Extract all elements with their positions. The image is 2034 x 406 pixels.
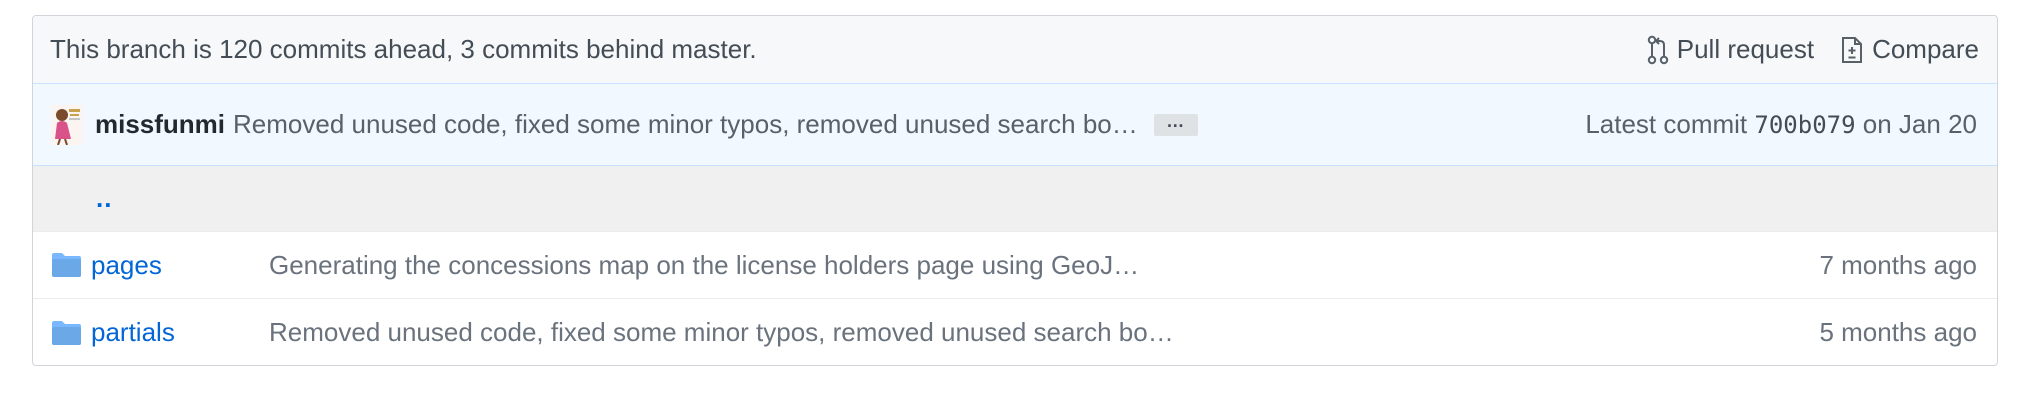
git-pull-request-icon	[1647, 35, 1668, 64]
pull-request-button[interactable]: Pull request	[1647, 34, 1814, 65]
branch-info-bar: This branch is 120 commits ahead, 3 comm…	[33, 16, 1997, 84]
latest-commit-meta: Latest commit 700b079 on Jan 20	[1585, 109, 1977, 140]
branch-status-text: This branch is 120 commits ahead, 3 comm…	[50, 34, 757, 64]
file-commit-message-link[interactable]: Removed unused code, fixed some minor ty…	[269, 317, 1819, 348]
pull-request-label: Pull request	[1676, 34, 1815, 64]
commit-sha-link[interactable]: 700b079	[1754, 111, 1855, 139]
file-name-link[interactable]: pages	[91, 250, 269, 281]
latest-commit-bar: missfunmi Removed unused code, fixed som…	[33, 84, 1997, 166]
file-commit-message-link[interactable]: Generating the concessions map on the li…	[269, 250, 1819, 281]
file-row: partials Removed unused code, fixed some…	[33, 299, 1997, 365]
file-age: 5 months ago	[1819, 317, 1977, 347]
avatar[interactable]	[51, 104, 83, 145]
file-age: 7 months ago	[1819, 249, 1977, 280]
folder-icon	[52, 320, 81, 345]
latest-commit-summary: missfunmi Removed unused code, fixed som…	[51, 104, 1198, 145]
commit-author-link[interactable]: missfunmi	[95, 109, 225, 140]
repo-file-navigation: This branch is 120 commits ahead, 3 comm…	[32, 15, 1998, 366]
folder-icon	[52, 253, 81, 277]
diff-icon	[1842, 36, 1863, 63]
parent-directory-link[interactable]: ..	[96, 183, 112, 214]
commit-date: on Jan 20	[1862, 109, 1977, 139]
expand-commit-message-button[interactable]: …	[1153, 112, 1198, 136]
compare-button[interactable]: Compare	[1840, 34, 1979, 65]
parent-directory-row[interactable]: ..	[33, 166, 1997, 232]
compare-label: Compare	[1872, 34, 1979, 64]
file-name-link[interactable]: partials	[91, 317, 269, 348]
latest-commit-prefix: Latest commit	[1585, 109, 1748, 139]
commit-message-link[interactable]: Removed unused code, fixed some minor ty…	[233, 109, 1138, 140]
branch-actions: Pull request Compare	[1647, 34, 1979, 65]
file-row: pages Generating the concessions map on …	[33, 232, 1997, 299]
